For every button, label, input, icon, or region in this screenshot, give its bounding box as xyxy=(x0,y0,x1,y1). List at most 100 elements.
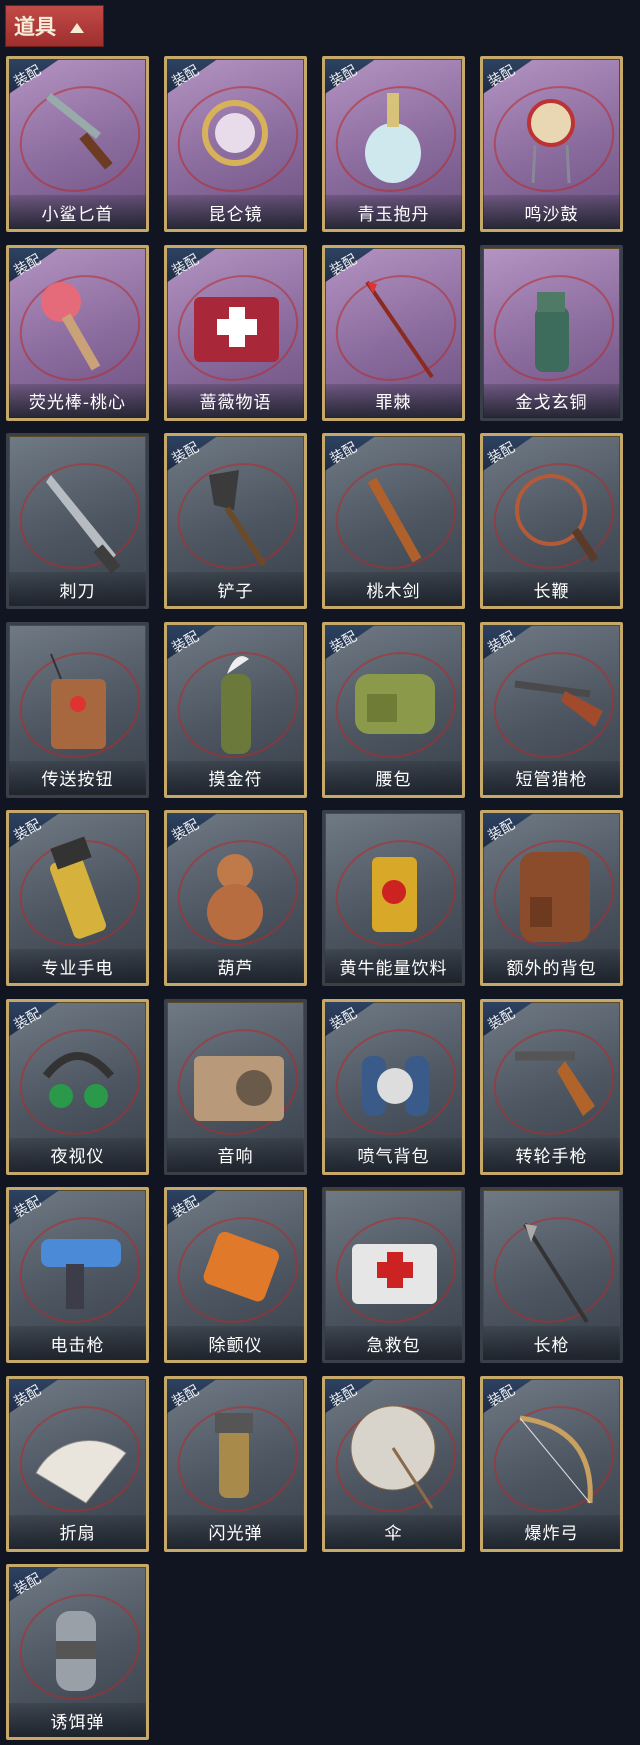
item-card[interactable]: 装配 铲子 xyxy=(164,433,307,609)
heart-glowstick-icon xyxy=(41,281,101,370)
item-card[interactable]: 长枪 xyxy=(480,1187,623,1363)
item-card[interactable]: 装配 腰包 xyxy=(322,621,465,798)
item-card[interactable]: 急救包 xyxy=(322,1187,465,1363)
item-card[interactable]: 装配 青玉抱丹 xyxy=(322,56,465,232)
gourd-icon xyxy=(207,854,263,940)
tab-items-label: 道具 xyxy=(14,15,56,39)
item-card[interactable]: 装配 爆炸弓 xyxy=(480,1375,623,1552)
item-card[interactable]: 传送按钮 xyxy=(6,621,149,798)
wooden-sword-icon xyxy=(367,477,422,563)
item-card[interactable]: 装配伞 xyxy=(322,1375,465,1552)
item-label: 除颤仪 xyxy=(208,1335,263,1356)
item-label: 传送按钮 xyxy=(41,770,114,790)
item-label-bar: 葫芦 xyxy=(167,949,304,983)
night-vision-icon xyxy=(42,1051,115,1108)
kunlun-mirror-icon xyxy=(202,100,268,166)
item-label-bar: 急救包 xyxy=(325,1326,462,1360)
item-card[interactable]: 装配 鸣沙鼓 xyxy=(480,56,623,232)
item-label: 蔷薇物语 xyxy=(199,393,272,413)
item-label-bar: 铲子 xyxy=(167,572,304,606)
item-label-bar: 黄牛能量饮料 xyxy=(325,949,462,983)
item-label-bar: 除颤仪 xyxy=(167,1326,304,1360)
item-label-bar: 传送按钮 xyxy=(9,760,146,795)
item-label-bar: 闪光弹 xyxy=(167,1514,304,1549)
waist-bag-icon xyxy=(355,673,435,734)
item-label: 铲子 xyxy=(217,581,254,602)
first-aid-kit-icon xyxy=(352,1244,437,1304)
item-card[interactable]: 装配 长鞭 xyxy=(480,433,623,609)
item-label: 荧光棒-桃心 xyxy=(28,393,127,413)
item-card[interactable]: 装配 荧光棒-桃心 xyxy=(6,244,149,421)
item-card[interactable]: 装配 摸金符 xyxy=(164,621,307,798)
item-card[interactable]: 装配 夜视仪 xyxy=(6,998,149,1175)
item-card[interactable]: 装配 葫芦 xyxy=(164,810,307,986)
item-card[interactable]: 装配 喷气背包 xyxy=(322,998,465,1175)
item-label: 腰包 xyxy=(375,770,412,790)
item-card[interactable]: 黄牛能量饮料 xyxy=(322,810,465,986)
item-label-bar: 音响 xyxy=(167,1137,304,1172)
item-card[interactable]: 金戈玄铜 xyxy=(480,244,623,421)
whip-icon xyxy=(515,474,599,563)
item-label: 葫芦 xyxy=(217,958,254,979)
item-label: 夜视仪 xyxy=(50,1147,105,1167)
item-label: 音响 xyxy=(217,1147,254,1167)
item-label-bar: 额外的背包 xyxy=(483,949,620,983)
item-card[interactable]: 装配 转轮手枪 xyxy=(480,998,623,1175)
tab-items[interactable]: 道具 xyxy=(5,5,104,47)
item-card[interactable]: 装配 折扇 xyxy=(6,1375,149,1552)
item-card[interactable]: 刺刀 xyxy=(6,433,149,609)
item-label-bar: 喷气背包 xyxy=(325,1137,462,1172)
teleport-button-icon xyxy=(50,653,106,749)
item-card[interactable]: 装配 电击枪 xyxy=(6,1187,149,1363)
speaker-icon xyxy=(194,1055,284,1121)
item-label-bar: 昆仑镜 xyxy=(167,195,304,229)
item-label-bar: 短管猎枪 xyxy=(483,760,620,795)
bayonet-icon xyxy=(46,475,121,574)
item-label-bar: 长枪 xyxy=(483,1326,620,1360)
bronze-grenade-icon xyxy=(535,291,569,372)
item-label: 刺刀 xyxy=(59,581,96,602)
item-card[interactable]: 装配 闪光弹 xyxy=(164,1375,307,1552)
item-card[interactable]: 装配 昆仑镜 xyxy=(164,56,307,232)
item-label-bar: 小鲨匕首 xyxy=(9,195,146,229)
item-card[interactable]: 装配 诱饵弹 xyxy=(6,1564,149,1740)
backpack-icon xyxy=(520,852,590,942)
item-label-bar: 转轮手枪 xyxy=(483,1137,620,1172)
item-label-bar: 夜视仪 xyxy=(9,1137,146,1172)
item-label: 短管猎枪 xyxy=(515,770,588,790)
item-label: 电击枪 xyxy=(50,1335,105,1356)
item-card[interactable]: 装配 额外的背包 xyxy=(480,810,623,986)
item-card[interactable]: 装配 短管猎枪 xyxy=(480,621,623,798)
item-label: 黄牛能量饮料 xyxy=(339,958,448,979)
item-label: 摸金符 xyxy=(208,770,263,790)
item-card[interactable]: 装配 罪棘 xyxy=(322,244,465,421)
item-card[interactable]: 装配 除颤仪 xyxy=(164,1187,307,1363)
sand-drum-icon xyxy=(527,99,575,184)
shark-dagger-icon xyxy=(46,93,113,170)
rose-medkit-icon xyxy=(194,296,279,362)
item-label: 昆仑镜 xyxy=(208,204,263,225)
item-label-bar: 摸金符 xyxy=(167,760,304,795)
item-label: 伞 xyxy=(384,1524,403,1544)
item-card[interactable]: 装配 专业手电 xyxy=(6,810,149,986)
item-label-bar: 腰包 xyxy=(325,760,462,795)
item-card[interactable]: 装配 蔷薇物语 xyxy=(164,244,307,421)
item-label: 小鲨匕首 xyxy=(41,204,114,225)
flashbang-icon xyxy=(215,1412,253,1498)
item-label-bar: 青玉抱丹 xyxy=(325,195,462,229)
item-label-bar: 折扇 xyxy=(9,1514,146,1549)
energy-drink-icon xyxy=(372,857,417,932)
item-label: 折扇 xyxy=(59,1524,96,1544)
folding-fan-icon xyxy=(35,1439,127,1504)
taser-icon xyxy=(41,1239,121,1309)
item-card[interactable]: 装配 小鲨匕首 xyxy=(6,56,149,232)
item-label: 长鞭 xyxy=(533,581,570,602)
item-label: 罪棘 xyxy=(375,393,412,413)
item-label: 青玉抱丹 xyxy=(357,204,430,225)
item-card[interactable]: 装配 桃木剑 xyxy=(322,433,465,609)
thorn-spear-icon xyxy=(365,280,434,378)
item-card[interactable]: 音响 xyxy=(164,998,307,1175)
spear-icon xyxy=(523,1222,589,1324)
explosive-bow-icon xyxy=(519,1415,593,1503)
chevron-up-icon xyxy=(70,14,84,38)
